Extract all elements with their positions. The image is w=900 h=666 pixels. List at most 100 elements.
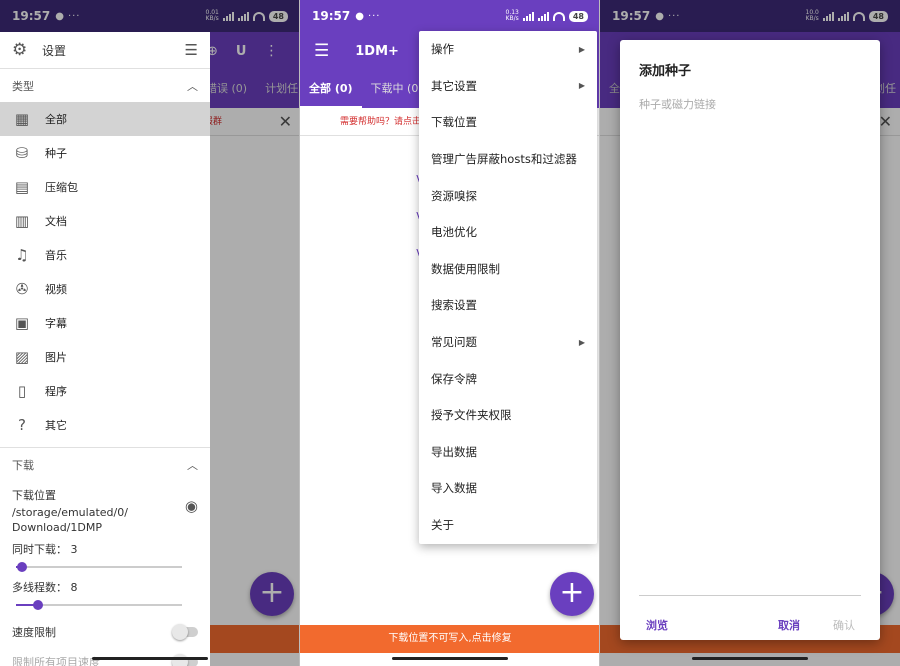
menu-item-label: 其它设置 — [431, 78, 477, 93]
menu-item[interactable]: 资源嗅探 — [419, 177, 597, 214]
concurrent-slider[interactable] — [12, 561, 198, 573]
dialog-title: 添加种子 — [639, 64, 692, 79]
torrent-icon: ⛁ — [15, 144, 29, 162]
category-label: 程序 — [45, 385, 67, 398]
category-label: 压缩包 — [45, 181, 78, 194]
home-indicator[interactable] — [392, 657, 508, 660]
category-item[interactable]: ▥ 文档 — [0, 204, 210, 238]
grid-icon: ▦ — [14, 110, 30, 128]
menu-item[interactable]: 常见问题 ▶ — [419, 324, 597, 361]
submenu-arrow-icon: ▶ — [578, 81, 585, 91]
menu-item[interactable]: 操作 ▶ — [419, 31, 597, 68]
speed-limit-row[interactable]: 速度限制 — [0, 617, 210, 647]
panel-divider — [299, 0, 300, 666]
menu-item-label: 资源嗅探 — [431, 188, 477, 203]
menu-item-label: 关于 — [431, 518, 454, 533]
speed-limit-switch[interactable] — [172, 624, 198, 640]
wifi-icon — [552, 11, 565, 21]
category-label: 音乐 — [45, 249, 67, 262]
panel-divider — [599, 0, 600, 666]
menu-item[interactable]: 导入数据 — [419, 470, 597, 507]
menu-item-label: 电池优化 — [431, 225, 477, 240]
add-torrent-dialog: 添加种子 浏览 取消 确认 — [620, 40, 880, 640]
slider-thumb[interactable] — [17, 562, 28, 572]
category-item[interactable]: ▤ 压缩包 — [0, 170, 210, 204]
category-label: 文档 — [45, 215, 67, 228]
section-types[interactable]: 类型 ︿ — [0, 68, 210, 102]
drawer-header[interactable]: ⚙ 设置 ☰ — [0, 32, 210, 68]
concurrent-downloads: 同时下载： 3 — [0, 541, 210, 573]
video-reel-icon: ✇ — [15, 280, 29, 298]
category-label: 图片 — [45, 351, 67, 364]
threads-slider[interactable] — [12, 599, 198, 611]
chevron-up-icon: ︿ — [187, 79, 198, 93]
screen-add-torrent-dialog: 19:57 ● ··· 10.0KB/s 48 全 计划任 ✕ + 添加种子 浏… — [600, 0, 900, 666]
category-list: ▦ 全部 ⛁ 种子 ▤ 压缩包 ▥ 文档 ♫ 音乐 ✇ 视频 ▣ 字幕 ▨ 图片 ▯ 程序 ? 其它 — [0, 102, 210, 442]
category-label: 其它 — [45, 419, 67, 432]
signal-icon — [522, 11, 534, 21]
menu-item-label: 数据使用限制 — [431, 261, 500, 276]
confirm-button[interactable]: 确认 — [833, 617, 855, 633]
torrent-link-input[interactable] — [639, 96, 861, 596]
category-item[interactable]: ? 其它 — [0, 408, 210, 442]
screen-settings-drawer: 19:57 ● ··· 0.01 KB/s 48 ⊕ U ⋮ 错误 (0) 计划任… — [0, 0, 300, 666]
category-item[interactable]: ▯ 程序 — [0, 374, 210, 408]
category-item[interactable]: ▣ 字幕 — [0, 306, 210, 340]
download-location-path: /storage/emulated/0/ Download/1DMP — [12, 506, 128, 534]
browse-button[interactable]: 浏览 — [646, 617, 668, 633]
home-indicator[interactable] — [692, 657, 808, 660]
location-warning-bar[interactable]: 下载位置不可写入,点击修复 — [300, 625, 600, 653]
speed-limit-label: 速度限制 — [12, 626, 56, 639]
menu-item[interactable]: 关于 — [419, 507, 597, 544]
menu-item[interactable]: 搜索设置 — [419, 287, 597, 324]
home-indicator[interactable] — [92, 657, 208, 660]
hamburger-menu-icon[interactable]: ☰ — [314, 41, 329, 61]
category-label: 视频 — [45, 283, 67, 296]
threads-label: 多线程数： 8 — [12, 581, 78, 594]
status-bar: 19:57 ● ··· 0.13 KB/s 48 — [300, 0, 600, 32]
app-title: 1DM+ — [355, 43, 399, 59]
category-label: 字幕 — [45, 317, 67, 330]
category-item[interactable]: ⛁ 种子 — [0, 136, 210, 170]
category-item[interactable]: ♫ 音乐 — [0, 238, 210, 272]
menu-item[interactable]: 电池优化 — [419, 214, 597, 251]
category-item[interactable]: ▨ 图片 — [0, 340, 210, 374]
submenu-arrow-icon: ▶ — [578, 44, 585, 54]
menu-item[interactable]: 下载位置 — [419, 104, 597, 141]
section-download[interactable]: 下载 ︿ — [0, 447, 210, 481]
download-location[interactable]: 下载位置 /storage/emulated/0/ Download/1DMP … — [0, 481, 210, 535]
more-notifications-icon: ··· — [367, 10, 381, 22]
cancel-button[interactable]: 取消 — [778, 617, 800, 633]
menu-item-label: 下载位置 — [431, 115, 477, 130]
category-item[interactable]: ✇ 视频 — [0, 272, 210, 306]
menu-item-label: 授予文件夹权限 — [431, 408, 512, 423]
music-icon: ♫ — [15, 246, 29, 264]
add-download-fab[interactable]: + — [550, 572, 594, 616]
menu-item-label: 导入数据 — [431, 481, 477, 496]
section-title: 下载 — [12, 458, 34, 472]
phone-icon: ▯ — [17, 382, 27, 400]
eye-icon[interactable]: ◉ — [185, 497, 198, 515]
menu-item-label: 常见问题 — [431, 335, 477, 350]
menu-item[interactable]: 其它设置 ▶ — [419, 68, 597, 105]
filter-settings-icon[interactable]: ☰ — [185, 41, 198, 59]
section-title: 类型 — [12, 79, 34, 93]
category-label: 全部 — [45, 113, 67, 126]
submenu-arrow-icon: ▶ — [578, 337, 585, 347]
menu-item-label: 保存令牌 — [431, 371, 477, 386]
menu-item[interactable]: 保存令牌 — [419, 360, 597, 397]
overflow-menu: 操作 ▶ 其它设置 ▶ 下载位置管理广告屏蔽hosts和过滤器资源嗅探电池优化数据使用限… — [419, 31, 597, 544]
concurrent-label: 同时下载： 3 — [12, 543, 78, 556]
menu-item[interactable]: 数据使用限制 — [419, 251, 597, 288]
slider-thumb[interactable] — [32, 600, 43, 610]
menu-item[interactable]: 导出数据 — [419, 434, 597, 471]
menu-item[interactable]: 授予文件夹权限 — [419, 397, 597, 434]
tab-all[interactable]: 全部 (0) — [300, 70, 362, 108]
menu-item[interactable]: 管理广告屏蔽hosts和过滤器 — [419, 141, 597, 178]
thread-count: 多线程数： 8 — [0, 579, 210, 611]
category-item[interactable]: ▦ 全部 — [0, 102, 210, 136]
archive-icon: ▤ — [14, 178, 30, 196]
screen-overflow-menu: 19:57 ● ··· 0.13 KB/s 48 ☰ 1DM+ 全部 (0) 下载… — [300, 0, 600, 666]
category-label: 种子 — [45, 147, 67, 160]
menu-item-label: 搜索设置 — [431, 298, 477, 313]
